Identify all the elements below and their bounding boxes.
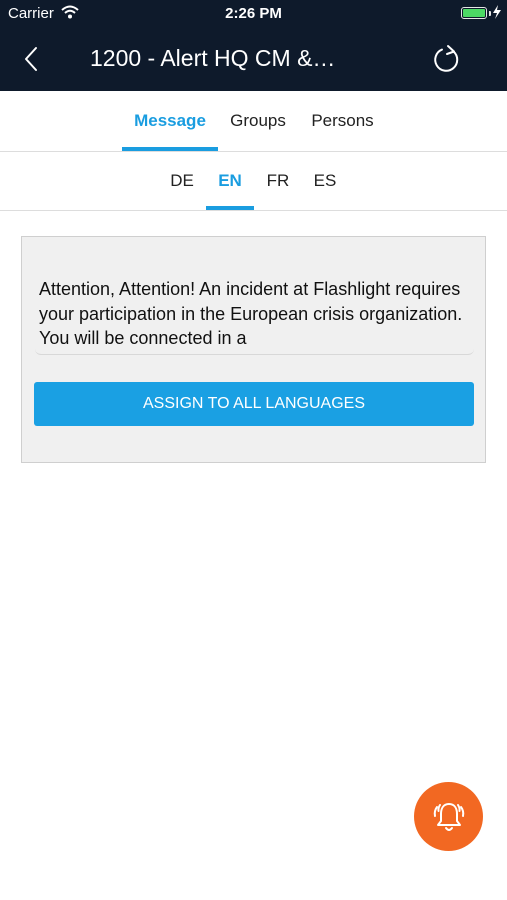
assign-to-all-languages-button[interactable]: ASSIGN TO ALL LANGUAGES [34, 382, 474, 426]
tab-persons[interactable]: Persons [305, 91, 380, 151]
navigation-bar: 1200 - Alert HQ CM &… [0, 28, 507, 91]
tab-groups[interactable]: Groups [223, 91, 293, 151]
main-tabs: Message Groups Persons [0, 91, 507, 152]
alarm-fab-button[interactable] [414, 782, 483, 851]
lang-tab-en[interactable]: EN [206, 152, 254, 210]
status-bar: Carrier 2:26 PM [0, 0, 507, 28]
lang-tab-fr[interactable]: FR [254, 152, 302, 210]
status-time: 2:26 PM [225, 5, 282, 22]
lang-tab-de[interactable]: DE [158, 152, 206, 210]
tab-message[interactable]: Message [122, 91, 218, 151]
refresh-icon [434, 45, 459, 72]
battery-icon [461, 7, 487, 19]
back-button[interactable] [18, 45, 46, 73]
language-tabs: DE EN FR ES [0, 152, 507, 211]
charging-bolt-icon [492, 5, 502, 23]
alarm-bell-icon [433, 803, 465, 831]
page-title: 1200 - Alert HQ CM &… [90, 45, 336, 71]
refresh-button[interactable] [432, 44, 462, 74]
message-card: Attention, Attention! An incident at Fla… [21, 236, 486, 463]
lang-tab-es[interactable]: ES [301, 152, 349, 210]
chevron-left-icon [25, 47, 37, 71]
message-text-field[interactable]: Attention, Attention! An incident at Fla… [35, 277, 474, 355]
